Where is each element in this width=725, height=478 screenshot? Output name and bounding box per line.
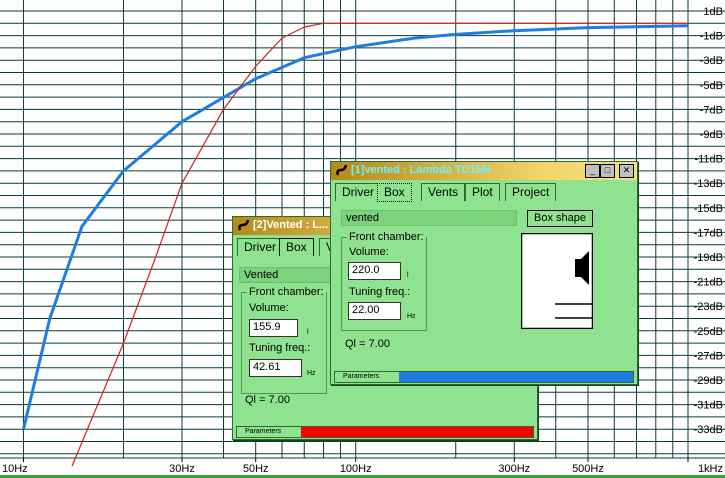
volume-unit: l bbox=[407, 272, 409, 279]
status-bar: Parameters bbox=[334, 371, 634, 383]
maximize-button[interactable]: □ bbox=[600, 164, 615, 178]
tab-box[interactable]: Box bbox=[377, 183, 412, 202]
volume-label: Volume: bbox=[249, 302, 289, 314]
x-tick-label: 50Hz bbox=[243, 463, 269, 475]
y-tick-label: -29dB bbox=[694, 375, 723, 387]
y-tick-label: -17dB bbox=[694, 227, 723, 239]
window-title: [2]Vented : L... bbox=[253, 219, 329, 231]
tuning-freq-input[interactable]: 22.00 bbox=[348, 302, 401, 320]
volume-unit: l bbox=[307, 329, 309, 336]
tab-driver[interactable]: Driver bbox=[335, 183, 381, 201]
volume-input[interactable]: 155.9 bbox=[249, 319, 298, 337]
y-tick-label: -31dB bbox=[694, 400, 723, 412]
box-shape-button[interactable]: Box shape bbox=[527, 210, 593, 227]
status-progress-fill bbox=[301, 427, 533, 437]
tuning-freq-unit: Hz bbox=[307, 370, 316, 377]
tab-project[interactable]: Project bbox=[505, 183, 557, 201]
y-tick-label: -5dB bbox=[700, 80, 723, 92]
tab-driver[interactable]: Driver bbox=[237, 238, 283, 256]
y-tick-label: -25dB bbox=[694, 326, 723, 338]
x-tick-label: 500Hz bbox=[572, 463, 604, 475]
y-tick-label: -11dB bbox=[694, 154, 723, 166]
volume-label: Volume: bbox=[349, 246, 389, 258]
tuning-freq-label: Tuning freq.: bbox=[349, 286, 411, 298]
status-label: Parameters bbox=[335, 372, 388, 382]
status-progress-fill bbox=[399, 372, 633, 382]
status-label: Parameters bbox=[237, 427, 290, 437]
y-tick-label: -13dB bbox=[694, 178, 723, 190]
status-bar: Parameters bbox=[236, 426, 534, 438]
y-tick-label: -19dB bbox=[694, 252, 723, 264]
x-tick-label: 10Hz bbox=[2, 463, 28, 475]
y-tick-label: -1dB bbox=[700, 31, 723, 43]
ql-value: Ql = 7.00 bbox=[345, 338, 390, 350]
window-title: [1]vented : Lambda TD15M bbox=[351, 164, 491, 176]
ql-value: Ql = 7.00 bbox=[245, 394, 290, 406]
close-button[interactable]: ✕ bbox=[619, 164, 634, 178]
tab-box[interactable]: Box bbox=[279, 238, 314, 256]
y-tick-label: -23dB bbox=[694, 301, 723, 313]
front-chamber-label: Front chamber: bbox=[247, 286, 326, 298]
box-type-field: Vented bbox=[239, 267, 335, 283]
box-type-field: vented bbox=[341, 210, 517, 226]
tab-vents[interactable]: Vents bbox=[421, 183, 466, 201]
tuning-freq-label: Tuning freq.: bbox=[249, 342, 311, 354]
y-tick-label: -15dB bbox=[694, 203, 723, 215]
y-tick-label: -27dB bbox=[694, 350, 723, 362]
y-tick-label: -9dB bbox=[700, 129, 723, 141]
y-tick-label: 1dB bbox=[703, 6, 723, 18]
speaker-app-icon bbox=[238, 219, 250, 231]
y-tick-label: -7dB bbox=[700, 104, 723, 116]
window-titlebar[interactable]: [1]vented : Lambda TD15M _ □ ✕ bbox=[331, 162, 637, 180]
y-tick-label: -21dB bbox=[694, 277, 723, 289]
x-tick-label: 100Hz bbox=[340, 463, 372, 475]
vented-box-window-1[interactable]: [1]vented : Lambda TD15M _ □ ✕ Driver Bo… bbox=[330, 161, 638, 385]
tuning-freq-unit: Hz bbox=[407, 313, 416, 320]
minimize-button[interactable]: _ bbox=[585, 164, 600, 178]
front-chamber-label: Front chamber: bbox=[347, 231, 426, 243]
y-tick-label: -3dB bbox=[700, 55, 723, 67]
box-shape-preview bbox=[521, 233, 593, 329]
tab-plot[interactable]: Plot bbox=[465, 183, 500, 201]
speaker-app-icon bbox=[336, 164, 348, 176]
volume-input[interactable]: 220.0 bbox=[348, 262, 401, 280]
x-tick-label: 1kHz bbox=[698, 463, 723, 475]
x-tick-label: 30Hz bbox=[169, 463, 195, 475]
tuning-freq-input[interactable]: 42.61 bbox=[249, 359, 302, 377]
y-tick-label: -33dB bbox=[694, 424, 723, 436]
x-tick-label: 300Hz bbox=[498, 463, 530, 475]
